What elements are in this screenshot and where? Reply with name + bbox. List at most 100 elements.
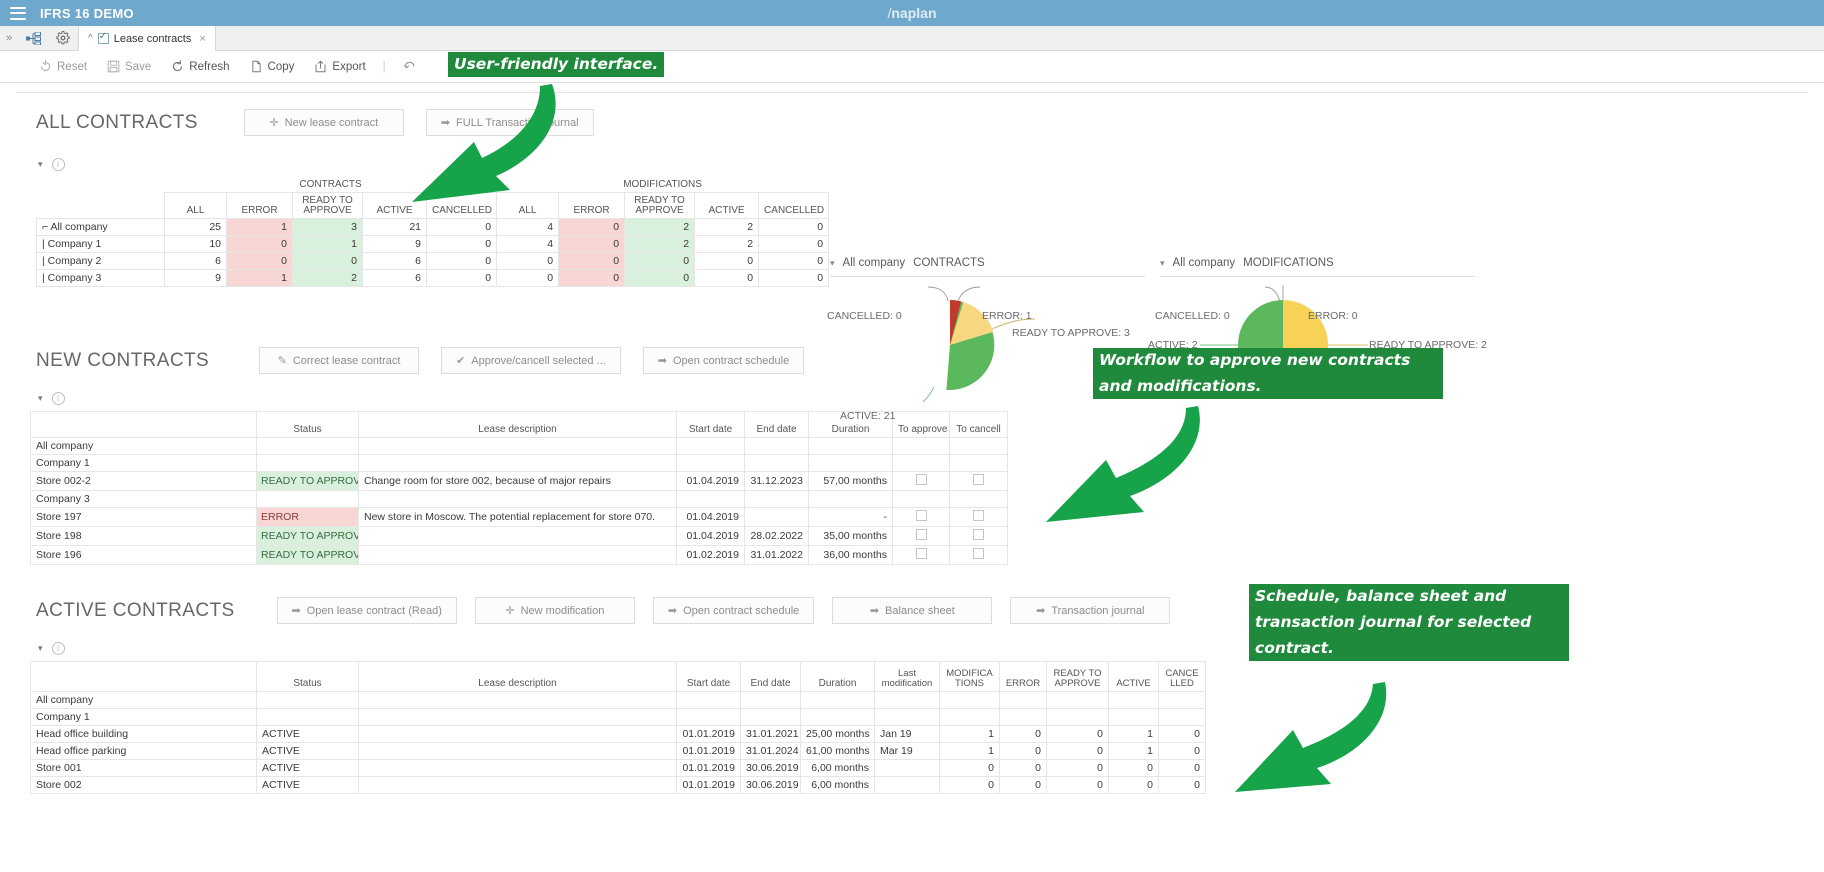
cell-end[interactable]: 31.01.2024 [740,742,801,760]
table-row[interactable]: All company [30,437,1008,455]
cell-active[interactable]: 1 [1108,742,1159,760]
table-row[interactable]: All company [30,691,1206,709]
cell-status[interactable]: ACTIVE [256,742,359,760]
cell-duration[interactable]: 57,00 months [808,471,893,491]
cell-value[interactable]: 2 [694,218,760,236]
cell-description[interactable] [358,759,677,777]
cell-start[interactable]: 01.01.2019 [676,742,741,760]
cell-description[interactable]: Change room for store 002, because of ma… [358,471,677,491]
cell-cancelled[interactable]: 0 [1158,759,1206,777]
cell-duration[interactable]: 6,00 months [800,759,875,777]
checkbox-icon[interactable] [915,474,927,485]
cell-value[interactable]: 0 [292,252,363,270]
cell-end[interactable]: 30.06.2019 [740,776,801,794]
checkbox-icon[interactable] [973,510,984,521]
cell-value[interactable]: 0 [226,235,293,253]
cell-start[interactable]: 01.02.2019 [676,545,745,565]
table-row[interactable]: Store 198 READY TO APPROVE 01.04.2019 28.02… [30,526,1008,546]
cell-value[interactable]: 10 [164,235,227,253]
cell-description[interactable] [358,545,677,565]
cell-description[interactable] [358,437,677,455]
cell-value[interactable]: 0 [558,269,626,287]
info-icon[interactable]: i [51,642,65,655]
checkbox-to-cancell[interactable] [949,526,1008,546]
cell-description[interactable] [358,742,677,760]
cell-mods[interactable] [939,708,1000,726]
cell-value[interactable]: 0 [425,235,498,253]
cell-description[interactable]: New store in Moscow. The potential repla… [358,507,677,527]
cell-last-mod[interactable] [874,759,940,777]
cell-last-mod[interactable]: Jan 19 [874,725,940,743]
cell-value[interactable]: 2 [292,269,363,287]
cell-duration[interactable]: 61,00 months [800,742,875,760]
cell-start[interactable]: 01.04.2019 [676,471,745,491]
cell-active[interactable] [1108,708,1159,726]
cell-value[interactable]: 2 [694,235,760,253]
cell-value[interactable]: 6 [362,252,427,270]
open-contract-schedule-button-2[interactable]: ➡ Open contract schedule [652,597,815,624]
cell-last-mod[interactable]: Mar 19 [874,742,940,760]
table-row[interactable]: Store 196 READY TO APPROVE 01.02.2019 31.01… [30,545,1008,565]
cell-value[interactable]: 2 [624,218,696,236]
table-row[interactable]: Store 002 ACTIVE 01.01.2019 30.06.2019 6,00 … [30,776,1206,794]
export-button[interactable]: Export [305,56,374,77]
checkbox-to-approve[interactable] [892,437,950,455]
cell-active[interactable]: 0 [1108,776,1159,794]
cell-value[interactable]: 0 [425,269,498,287]
cell-status[interactable]: ACTIVE [256,759,359,777]
cell-ready[interactable]: 0 [1046,742,1109,760]
tab-lease-contracts[interactable]: ^ Lease contracts × [78,26,216,51]
checkbox-icon[interactable] [973,529,984,540]
table-row[interactable]: Company 1 [30,454,1008,472]
table-row[interactable]: | Company 1 10 0 1 9 0 4 0 2 2 0 [36,235,830,253]
cell-value[interactable]: 0 [758,269,830,287]
cell-status[interactable] [256,691,359,709]
gear-icon[interactable] [48,26,78,50]
cell-ready[interactable] [1046,708,1109,726]
cell-mods[interactable]: 1 [939,742,1000,760]
caret-down-icon[interactable]: ▾ [1160,258,1165,269]
cell-mods[interactable]: 0 [939,776,1000,794]
table-row[interactable]: | Company 39126000000 [36,269,830,287]
cell-end[interactable]: 31.01.2021 [740,725,801,743]
cell-value[interactable]: 0 [624,269,696,287]
caret-down-icon[interactable]: ▾ [38,393,43,404]
cell-end[interactable] [744,507,809,527]
cell-duration[interactable] [800,708,875,726]
reset-button[interactable]: Reset [30,56,96,77]
cell-duration[interactable]: 35,00 months [808,526,893,546]
caret-down-icon[interactable]: ▾ [38,643,43,654]
cell-end[interactable]: 31.01.2022 [744,545,809,565]
cell-active[interactable]: 0 [1108,759,1159,777]
cell-active[interactable] [1108,691,1159,709]
cell-value[interactable]: 9 [164,269,227,287]
cell-cancelled[interactable]: 0 [1158,742,1206,760]
cell-start[interactable]: 01.01.2019 [676,759,741,777]
checkbox-icon[interactable] [915,510,927,521]
cell-status[interactable] [256,708,359,726]
cell-end[interactable] [744,437,809,455]
copy-button[interactable]: Copy [241,56,304,77]
cell-error[interactable] [999,708,1047,726]
cell-start[interactable] [676,708,741,726]
checkbox-icon[interactable] [915,529,927,540]
table-row[interactable]: Company 3 [30,490,1008,508]
cell-description[interactable] [358,454,677,472]
checkbox-to-cancell[interactable] [949,490,1008,508]
cell-start[interactable] [676,691,741,709]
cell-start[interactable] [676,454,745,472]
checkbox-to-approve[interactable] [892,490,950,508]
cell-value[interactable]: 0 [758,218,830,236]
transaction-journal-button[interactable]: ➡ Transaction journal [1010,597,1171,624]
cell-end[interactable] [740,708,801,726]
cell-end[interactable] [740,691,801,709]
refresh-button[interactable]: Refresh [162,56,238,77]
table-row[interactable]: Company 1 [30,708,1206,726]
cell-duration[interactable]: - [808,507,893,527]
cell-description[interactable] [358,776,677,794]
close-icon[interactable]: × [199,33,205,45]
chevron-right-icon[interactable]: » [0,26,18,50]
cell-value[interactable]: 4 [496,235,560,253]
save-button[interactable]: Save [98,56,160,77]
cell-cancelled[interactable] [1158,691,1206,709]
